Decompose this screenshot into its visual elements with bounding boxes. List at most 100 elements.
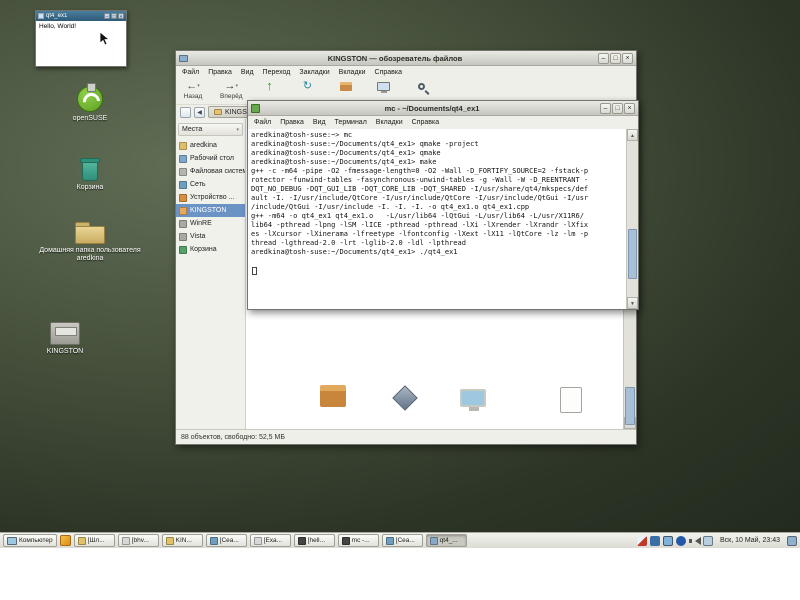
terminal-window[interactable]: mc - ~/Documents/qt4_ex1 – □ × Файл Прав… [247,100,639,310]
hello-window-titlebar[interactable]: qt4_ex1 – □ × [36,11,126,21]
window-title: qt4_ex1 [46,13,68,19]
notes-launcher-icon[interactable] [59,535,71,546]
task-button[interactable]: KIN... [161,534,203,547]
task-button[interactable]: [Exa... [249,534,291,547]
maximize-button[interactable]: □ [111,13,117,19]
menu-view[interactable]: Вид [241,69,254,76]
menu-file[interactable]: Файл [182,69,199,76]
partition-icon [179,219,187,228]
hello-world-window[interactable]: qt4_ex1 – □ × Hello, World! [35,10,127,67]
sidebar-item-aredkina[interactable]: aredkina [176,139,245,152]
task-button[interactable]: [Шл... [73,534,115,547]
network-icon[interactable] [650,535,661,546]
close-button[interactable]: × [624,102,635,114]
scrollbar-thumb[interactable] [625,387,635,425]
back-button[interactable]: ←▾ Назад [182,80,204,101]
menu-bookmarks[interactable]: Закладки [299,69,329,76]
task-button[interactable]: [hell... [293,534,335,547]
terminal-icon [341,536,350,545]
window-icon [429,536,438,545]
sidebar-item-kingston[interactable]: KINGSTON [176,204,245,217]
monitor-tray-icon[interactable] [703,535,714,546]
terminal-scrollbar[interactable]: ▲ ▼ [626,129,638,309]
user-folder-icon [179,141,187,150]
file-manager-menubar: Файл Правка Вид Переход Закладки Вкладки… [176,66,636,79]
file-icon[interactable] [560,387,582,413]
sidebar-item-trash[interactable]: Корзина [176,243,245,256]
trash-icon [80,158,100,181]
menu-edit[interactable]: Правка [280,119,304,126]
drive-window-icon [179,54,188,62]
places-dropdown[interactable]: Места ▾ [178,123,243,136]
sidebar-item-network[interactable]: Сеть [176,178,245,191]
computer-menu-button[interactable]: Компьютер [3,534,57,547]
task-button[interactable]: [Сеа... [205,534,247,547]
search-icon [418,83,425,90]
task-button[interactable]: [bhv... [117,534,159,547]
terminal-output-area[interactable]: aredkina@tosh-suse:~> mc aredkina@tosh-s… [248,129,626,309]
task-button[interactable]: mc -... [337,534,379,547]
folder-icon [77,536,86,545]
task-button[interactable]: [Сеа... [381,534,423,547]
sidebar-item-filesystem[interactable]: Файловая система [176,165,245,178]
reload-button[interactable]: ↻ [297,80,319,93]
folder-icon [165,536,174,545]
terminal-icon [297,536,306,545]
close-button[interactable]: × [118,13,124,19]
file-manager-titlebar[interactable]: KINGSTON — обозреватель файлов – □ × [176,51,636,66]
maximize-button[interactable]: □ [610,52,621,64]
home-button[interactable] [335,80,357,91]
up-button[interactable]: ↑ [259,79,281,93]
menu-view[interactable]: Вид [313,119,326,126]
menu-file[interactable]: Файл [254,119,271,126]
package-icon [320,385,346,407]
show-desktop-icon[interactable] [787,535,797,546]
terminal-menubar: Файл Правка Вид Терминал Вкладки Справка [248,116,638,129]
minimize-button[interactable]: – [104,13,110,19]
sidebar-item-winre[interactable]: WinRE [176,217,245,230]
computer-button[interactable] [373,80,395,93]
sidebar-item-vista[interactable]: Vista [176,230,245,243]
close-button[interactable]: × [622,52,633,64]
desktop-icon-opensuse[interactable]: openSUSE [58,83,122,123]
scroll-up-icon[interactable]: ▲ [627,129,638,141]
menu-tabs[interactable]: Вкладки [339,69,366,76]
back-icon: ← [186,80,198,92]
clock[interactable]: Вск, 10 Май, 23:43 [720,537,780,544]
chevron-down-icon: ▾ [235,83,238,90]
volume-icon[interactable] [689,536,702,546]
sidebar-item-desktop[interactable]: Рабочий стол [176,152,245,165]
file-icon[interactable] [320,385,346,407]
search-button[interactable] [411,80,433,90]
maximize-button[interactable]: □ [612,102,623,114]
display-icon[interactable] [663,535,674,546]
menu-go[interactable]: Переход [263,69,291,76]
desktop-icon-home-folder[interactable]: Домашняя папка пользователя aredkina [38,222,142,263]
computer-icon [377,82,390,93]
menu-terminal[interactable]: Терминал [335,119,367,126]
menu-tabs[interactable]: Вкладки [376,119,403,126]
file-icon[interactable] [460,389,486,411]
scrollbar-thumb[interactable] [628,229,637,279]
bluetooth-icon[interactable] [676,535,687,546]
edit-location-icon[interactable] [180,106,191,118]
desktop-icon-trash[interactable]: Корзина [66,158,114,192]
sidebar-item-device[interactable]: Устройство ... [176,191,245,204]
file-icon[interactable] [392,385,418,411]
forward-button[interactable]: →▾ Вперёд [220,80,243,101]
minimize-button[interactable]: – [598,52,609,64]
menu-help[interactable]: Справка [412,119,439,126]
computer-icon [7,536,17,545]
reload-icon: ↻ [302,80,313,92]
minimize-button[interactable]: – [600,102,611,114]
menu-edit[interactable]: Правка [208,69,232,76]
breadcrumb-scroll-left-icon[interactable]: ◀ [194,106,205,118]
desktop-icon-kingston[interactable]: KINGSTON [28,322,102,356]
desktop[interactable]: openSUSE Корзина Домашняя папка пользова… [0,0,800,548]
scroll-down-icon[interactable]: ▼ [627,297,638,309]
terminal-titlebar[interactable]: mc - ~/Documents/qt4_ex1 – □ × [248,101,638,116]
menu-help[interactable]: Справка [375,69,402,76]
task-button-active[interactable]: qt4_... [425,534,467,547]
clipboard-icon[interactable] [637,535,648,546]
taskbar: Компьютер [Шл... [bhv... KIN... [Сеа... … [0,532,800,548]
